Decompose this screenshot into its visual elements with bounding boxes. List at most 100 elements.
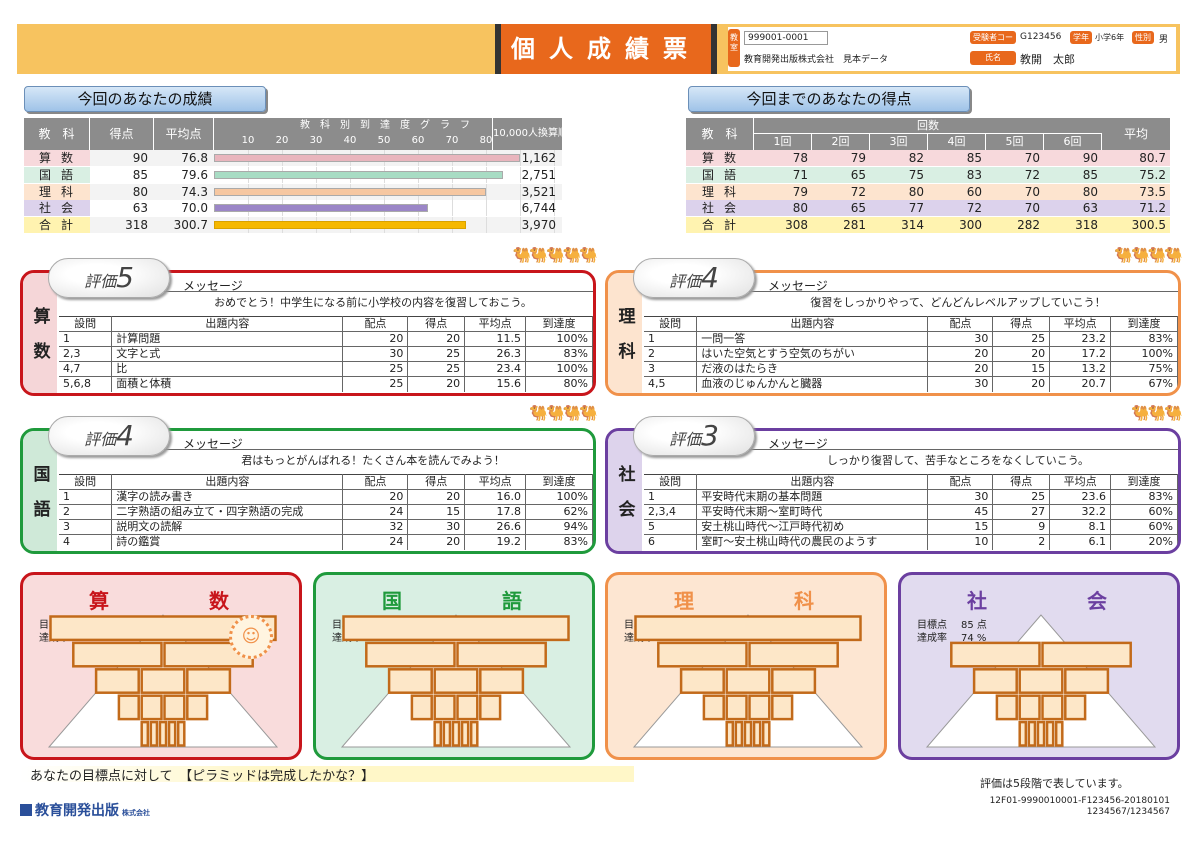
q-header: 出題内容 [696, 316, 929, 332]
col-avg: 平均点 [154, 118, 214, 150]
q-cell: 17.8 [464, 504, 527, 520]
page-title: 個人成績票 [495, 24, 717, 74]
doc-code-1: 12F01-9990010001-F123456-20180101 [989, 796, 1170, 806]
q-cell: 1 [59, 489, 113, 505]
graph-tick-label: 20 [275, 135, 289, 146]
history-row-subject: 算数 [701, 151, 746, 165]
question-row: 2,3 文字と式 30 25 26.3 83% [59, 346, 593, 362]
q-cell: 25 [342, 376, 409, 392]
q-cell: 9 [992, 519, 1051, 535]
name-label: 氏名 [970, 51, 1016, 65]
score-row: 国語 85 79.6 2,751 [24, 166, 562, 183]
rating-value: 4 [116, 419, 134, 452]
pyramid-block [167, 720, 177, 747]
question-row: 6 室町～安土桃山時代の農民のようす 10 2 6.1 20% [644, 534, 1178, 550]
pyramid-block [433, 720, 443, 747]
graph-tick-label: 40 [343, 135, 357, 146]
rating-note: 評価は5段階で表しています。 [980, 777, 1129, 790]
question-row: 5 安土桃山時代～江戸時代初め 15 9 8.1 60% [644, 519, 1178, 535]
panel-message: おめでとう！中学生になる前に小学校の内容を復習しておこう。 [214, 296, 532, 309]
q-cell: 5 [644, 519, 698, 535]
question-table: 設問 出題内容 配点 得点 平均点 到達度 1 漢字の読み書き 20 20 16.0 100% 2 二字熟… [59, 474, 593, 550]
score-table: 教 科 得点 平均点 教 科 別 到 達 度 グ ラ フ 10 20 30 40 50 6… [24, 118, 578, 234]
pyramid-block [725, 668, 771, 694]
q-cell: 比 [111, 361, 344, 377]
score-row: 社会 63 70.0 6,744 [24, 200, 562, 217]
score-rows: 算数 90 76.8 1,162 国語 85 79.6 2,751 理科 80 74.3 3,521 社… [24, 150, 562, 234]
q-cell: 2,3,4 [644, 504, 698, 520]
history-table: 教 科回数 1回 2回 3回 4回 5回 6回 平均 算数 78 79 82 85 70 90 80.7 国語 7… [686, 118, 1170, 234]
hist-col-time: 3回 [870, 134, 928, 150]
q-header: 得点 [407, 474, 466, 490]
q-cell: 20 [407, 331, 466, 347]
question-row: 2 二字熟語の組み立て・四字熟語の完成 24 15 17.8 62% [59, 504, 593, 520]
q-cell: 面積と体積 [111, 376, 344, 392]
question-table: 設問 出題内容 配点 得点 平均点 到達度 1 平安時代末期の基本問題 30 25 23.6 83% 2… [644, 474, 1178, 550]
pyramid-block [657, 641, 748, 668]
q-cell: 80% [525, 376, 593, 392]
q-cell: 26.3 [464, 346, 527, 362]
pyramid-block [176, 720, 186, 747]
q-cell: 24 [342, 534, 409, 550]
examinee-code-label: 受験者コード [970, 31, 1016, 55]
history-row-avg: 71.2 [1139, 201, 1166, 216]
q-header: 到達度 [525, 474, 593, 490]
history-row-value: 70 [1024, 151, 1040, 165]
pyramid-card: 理 科目標点85 点達成率94 % [605, 572, 887, 760]
sun-icon: ☺ [229, 615, 273, 659]
pyramid-block [163, 694, 186, 721]
sex: 男 [1159, 35, 1169, 45]
pyramid-block [1027, 720, 1037, 747]
history-row-value: 314 [901, 218, 924, 233]
hist-col-avg: 平均 [1123, 127, 1148, 141]
pyramid-block [1018, 668, 1064, 694]
q-cell: 一問一答 [696, 331, 929, 347]
q-cell: 2 [992, 534, 1051, 550]
question-row: 1 計算問題 20 20 11.5 100% [59, 331, 593, 347]
q-cell: 20% [1110, 534, 1178, 550]
class-id: 999001-0001 [744, 31, 828, 45]
q-cell: 安土桃山時代～江戸時代初め [696, 519, 929, 535]
q-cell: 20 [407, 489, 466, 505]
q-cell: 15 [992, 361, 1051, 377]
pyramid-caption: あなたの目標点に対して 【ピラミッドは完成したかな？】 [30, 769, 375, 784]
q-cell: 4 [59, 534, 113, 550]
pyramid-block [761, 720, 771, 747]
pyramid-block [950, 641, 1041, 668]
q-cell: 23.2 [1049, 331, 1112, 347]
rating-prefix: 評価 [669, 430, 702, 449]
class-label: 教室 [728, 29, 740, 67]
score-row: 合計 318 300.7 3,970 [24, 217, 562, 234]
score-row: 理科 80 74.3 3,521 [24, 183, 562, 200]
pyramid-block [456, 641, 547, 668]
q-cell: 23.6 [1049, 489, 1112, 505]
logo-icon [20, 804, 32, 816]
history-row-value: 79 [850, 151, 866, 165]
pyramid-block [433, 694, 456, 721]
q-cell: 20 [407, 534, 466, 550]
q-header: 到達度 [1110, 474, 1178, 490]
pyramid-block [117, 694, 140, 721]
q-cell: 100% [525, 489, 593, 505]
q-header: 平均点 [464, 474, 527, 490]
q-cell: 2 [59, 504, 113, 520]
pyramid-block [342, 615, 570, 642]
camel-icons: 🐫🐫🐫🐫🐫 [512, 246, 598, 264]
q-cell: 24 [342, 504, 409, 520]
q-header: 配点 [342, 316, 409, 332]
history-row-value: 70 [1024, 201, 1040, 216]
pyramid-card: 社 会目標点 85 点達成率 74 % [898, 572, 1180, 760]
q-cell: 67% [1110, 376, 1178, 392]
pyramid-card: 国 語目標点85 点達成率100 % [313, 572, 595, 760]
q-cell: 20 [342, 331, 409, 347]
pyramid-block [1041, 694, 1064, 721]
score-row-avg: 70.0 [181, 201, 208, 216]
question-table: 設問 出題内容 配点 得点 平均点 到達度 1 計算問題 20 20 11.5 100% 2,3 文字と式… [59, 316, 593, 392]
pyramid-block [479, 668, 525, 694]
q-cell: 32.2 [1049, 504, 1112, 520]
pyramid-subject: 算 数 [89, 589, 269, 613]
pyramid-block [469, 720, 479, 747]
q-cell: 4,7 [59, 361, 113, 377]
q-cell: 2,3 [59, 346, 113, 362]
q-cell: 20 [407, 376, 466, 392]
